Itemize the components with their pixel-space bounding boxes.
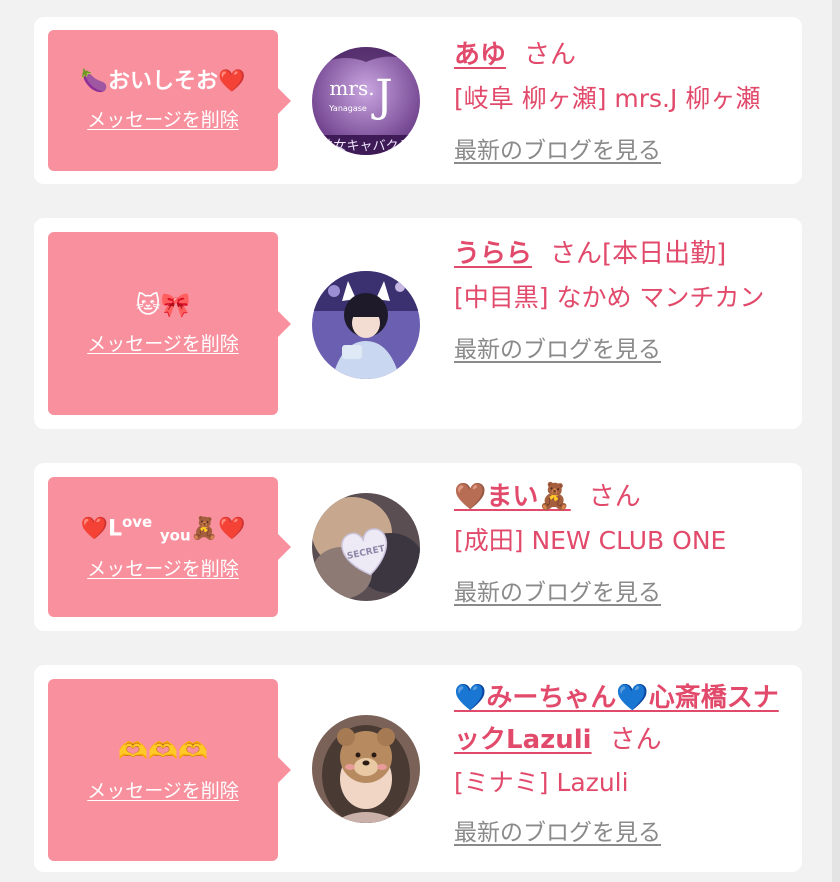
latest-blog-link[interactable]: 最新のブログを見る xyxy=(454,813,661,847)
message-bubble: 🐱🎀 メッセージを削除 xyxy=(48,232,291,415)
delete-message-link[interactable]: メッセージを削除 xyxy=(87,329,239,356)
avatar[interactable] xyxy=(312,715,420,823)
message-card: 🫶🫶🫶 メッセージを削除 💙みーちゃん💙心斎橋スナックLazuli さん [ミナミ… xyxy=(34,665,802,872)
honorific: さん xyxy=(524,40,577,70)
avatar[interactable] xyxy=(312,271,420,379)
message-text: 🫶🫶🫶 xyxy=(118,737,208,766)
message-text: ❤️Love you🧸❤️ xyxy=(80,512,246,545)
honorific: さん xyxy=(588,482,641,512)
honorific: さん[本日出勤] xyxy=(550,239,727,269)
message-bubble: 🫶🫶🫶 メッセージを削除 xyxy=(48,679,291,861)
shop-info: [岐阜 柳ヶ瀬] mrs.J 柳ヶ瀬 xyxy=(454,84,761,113)
message-card: ❤️Love you🧸❤️ メッセージを削除 SECRET 🤎まい🧸 さん [成田… xyxy=(34,463,802,631)
latest-blog-link[interactable]: 最新のブログを見る xyxy=(454,330,661,364)
delete-message-link[interactable]: メッセージを削除 xyxy=(87,776,239,803)
cast-name-link[interactable]: あゆ xyxy=(454,40,506,70)
shop-info: [中目黒] なかめ マンチカン xyxy=(454,283,765,312)
honorific: さん xyxy=(609,725,662,755)
latest-blog-link[interactable]: 最新のブログを見る xyxy=(454,131,661,165)
avatar-brand-text: mrs. xyxy=(329,76,374,100)
message-card: 🍆おいしそお❤️ メッセージを削除 mrs. J Yanagase 熟女キャバク… xyxy=(34,17,802,184)
scroll-edge xyxy=(832,0,840,882)
avatar[interactable]: mrs. J Yanagase 熟女キャバクラ xyxy=(312,47,420,155)
avatar[interactable]: SECRET xyxy=(312,493,420,601)
message-bubble: ❤️Love you🧸❤️ メッセージを削除 xyxy=(48,477,291,617)
avatar-sub-text: Yanagase xyxy=(328,104,367,113)
message-card: 🐱🎀 メッセージを削除 うらら さん[本日出勤] [中目黒] なかめ マンチカン … xyxy=(34,218,802,429)
shop-info: [ミナミ] Lazuli xyxy=(454,768,629,797)
cast-name-link[interactable]: 🤎まい🧸 xyxy=(454,482,571,512)
shop-info: [成田] NEW CLUB ONE xyxy=(454,526,727,555)
message-text: 🐱🎀 xyxy=(135,290,191,319)
avatar-bottom-text: 熟女キャバクラ xyxy=(320,138,411,154)
cast-name-link[interactable]: うらら xyxy=(454,239,532,269)
latest-blog-link[interactable]: 最新のブログを見る xyxy=(454,573,661,607)
message-bubble: 🍆おいしそお❤️ メッセージを削除 xyxy=(48,30,291,171)
delete-message-link[interactable]: メッセージを削除 xyxy=(87,554,239,581)
avatar-letter-text: J xyxy=(371,71,393,122)
message-text: 🍆おいしそお❤️ xyxy=(80,68,246,94)
delete-message-link[interactable]: メッセージを削除 xyxy=(87,105,239,132)
